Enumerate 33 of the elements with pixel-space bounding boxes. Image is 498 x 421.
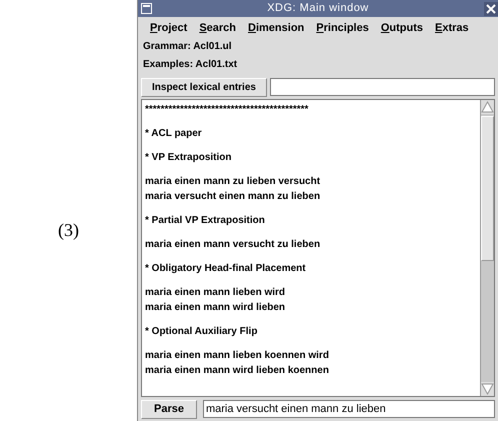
text-line: maria einen mann lieben koennen wird (145, 349, 329, 363)
text-line: * Partial VP Extraposition (145, 214, 265, 228)
text-line: maria einen mann zu lieben versucht (145, 175, 320, 189)
text-line: ****************************************** (145, 103, 308, 117)
text-line: * Obligatory Head-final Placement (145, 262, 306, 276)
menu-item[interactable]: Search (199, 20, 236, 36)
scrollbar[interactable] (480, 100, 494, 396)
text-line: * VP Extraposition (145, 151, 232, 165)
input-field[interactable] (270, 78, 495, 96)
menu-item[interactable]: Outputs (380, 20, 424, 36)
text-line: maria einen mann versucht zu lieben (145, 238, 320, 252)
window-title: XDG: Main window (267, 1, 369, 16)
menu-item[interactable]: Extras (435, 20, 469, 36)
info-text: Grammar: Acl01.ul (143, 40, 233, 54)
figure-label: (3) (58, 219, 79, 242)
text-line: maria einen mann wird lieben (145, 301, 286, 315)
scroll-thumb[interactable] (481, 116, 494, 261)
scroll-up-icon[interactable] (481, 100, 494, 114)
text-line: * Optional Auxiliary Flip (145, 325, 258, 339)
window-menu-icon[interactable] (141, 3, 152, 14)
scroll-down-icon[interactable] (481, 382, 494, 396)
text-line: maria einen mann lieben wird (145, 286, 286, 300)
text-line: * ACL paper (145, 127, 202, 141)
text-line: maria versucht einen mann zu lieben (145, 190, 320, 204)
text-line: maria einen mann wird lieben koennen (145, 364, 329, 378)
menu-item[interactable]: Dimension (248, 20, 304, 36)
sentence-input-field[interactable]: maria versucht einen mann zu lieben (202, 400, 495, 418)
parse-button[interactable]: Parse (141, 400, 197, 418)
info-text: Examples: Acl01.txt (143, 58, 238, 72)
menu-item[interactable]: Project (150, 20, 188, 36)
menu-item[interactable]: Principles (316, 20, 369, 36)
inspect-lexical-entries-button[interactable]: Inspect lexical entries (141, 78, 267, 96)
close-icon[interactable] (484, 2, 498, 16)
